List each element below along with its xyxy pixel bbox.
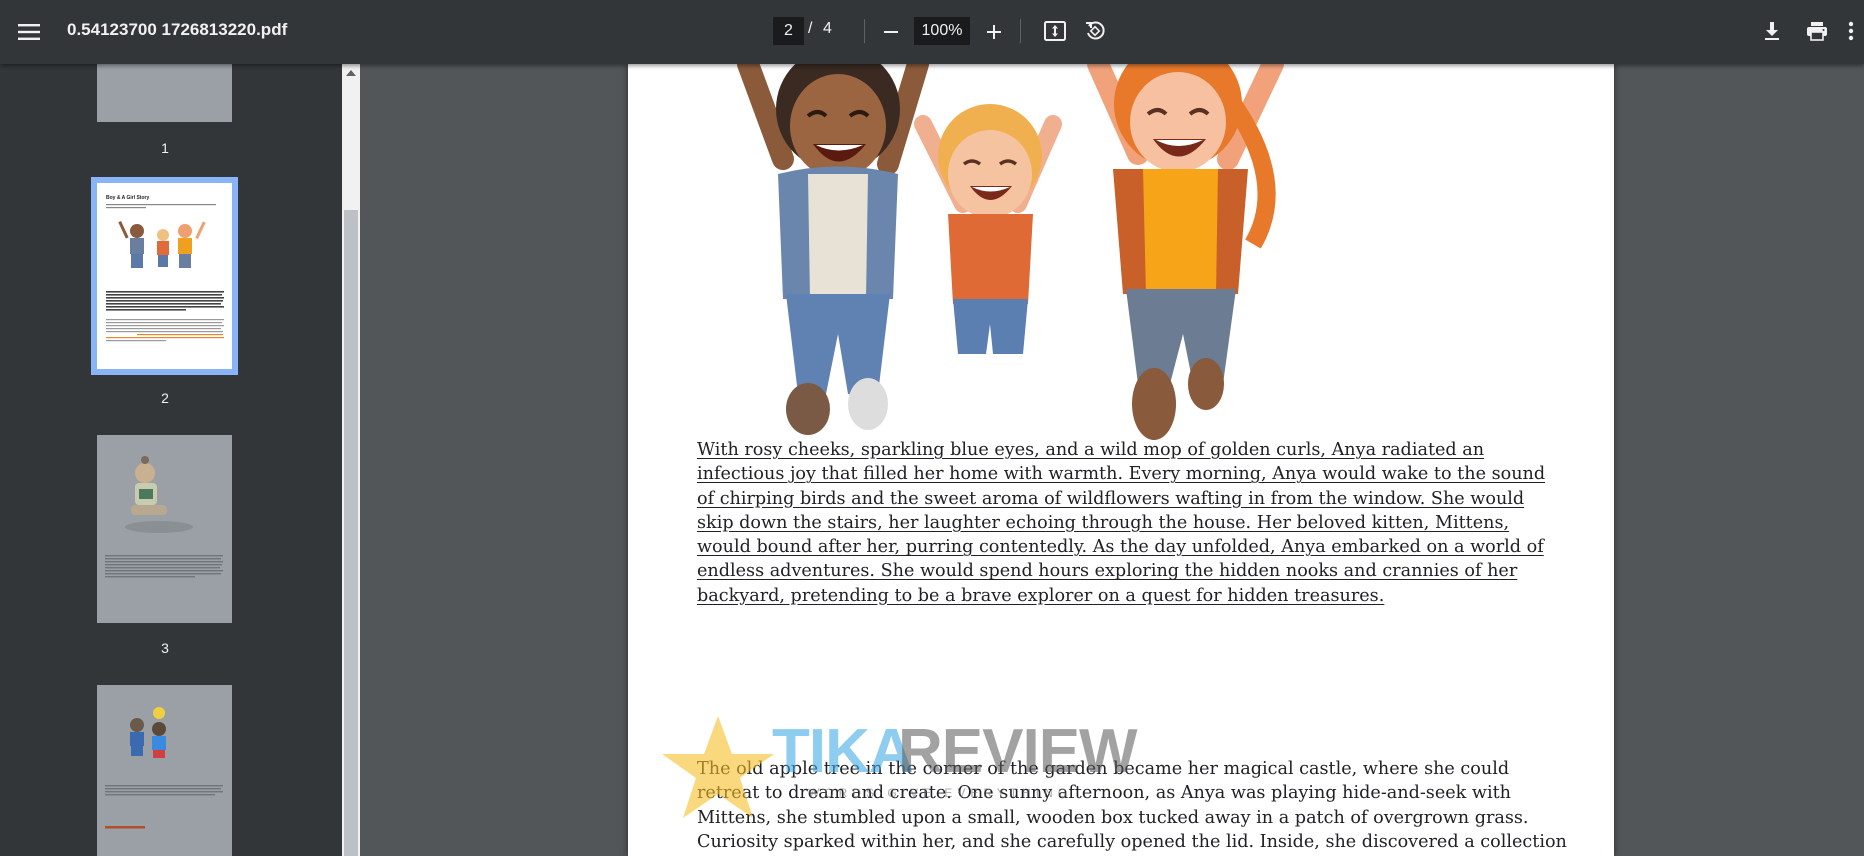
thumbnail-label-1: 1 (161, 140, 169, 156)
minus-icon (884, 31, 898, 33)
rotate-counterclockwise-icon (1086, 21, 1105, 40)
printer-icon (1807, 22, 1827, 41)
kids-jumping-illustration (737, 64, 1284, 440)
zoom-in-button[interactable] (979, 17, 1009, 47)
story-paragraph-1: With rosy cheeks, sparkling blue eyes, a… (697, 440, 1546, 606)
toolbar-divider (864, 19, 865, 43)
page-number-input[interactable]: 2 (773, 17, 804, 45)
download-button[interactable] (1757, 16, 1787, 46)
page-thumbnail-4[interactable] (97, 685, 232, 856)
page-thumbnail-1[interactable] (97, 64, 232, 122)
page-thumbnail-2[interactable]: Boy & A Girl Story (97, 183, 232, 369)
pdf-toolbar: 0.54123700 1726813220.pdf 2 / 4 100% (0, 0, 1864, 64)
hamburger-menu-icon (18, 24, 40, 40)
story-paragraph-2: The old apple tree in the corner of the … (697, 759, 1567, 852)
plus-icon (987, 25, 1001, 39)
sidebar-scrollbar-thumb[interactable] (344, 210, 358, 856)
pdf-page: With rosy cheeks, sparkling blue eyes, a… (628, 64, 1614, 856)
scroll-up-arrow-icon[interactable] (346, 70, 356, 76)
thumbnail-label-3: 3 (161, 640, 169, 656)
thumbnail-2-preview: Boy & A Girl Story (106, 195, 224, 342)
fit-to-page-button[interactable] (1040, 16, 1070, 46)
zoom-level-input[interactable]: 100% (914, 17, 970, 45)
document-title: 0.54123700 1726813220.pdf (67, 20, 288, 39)
print-button[interactable] (1802, 16, 1832, 46)
rotate-button[interactable] (1080, 16, 1110, 46)
page-thumbnail-3[interactable] (97, 435, 232, 623)
thumbnail-3-preview (105, 456, 223, 578)
toolbar-divider (1020, 19, 1021, 43)
menu-button[interactable] (14, 17, 44, 47)
zoom-out-button[interactable] (876, 17, 906, 47)
more-vertical-icon (1848, 21, 1854, 41)
download-icon (1765, 22, 1779, 40)
more-options-button[interactable] (1848, 16, 1864, 46)
page-separator: / (808, 20, 813, 37)
thumbnail-4-preview (105, 707, 223, 829)
fit-page-icon (1044, 21, 1066, 41)
thumbnail-2-title: Boy & A Girl Story (106, 195, 149, 201)
thumbnail-label-2: 2 (161, 390, 169, 406)
thumbnail-sidebar: 1 Boy & A Girl Story 2 3 (0, 64, 342, 856)
total-pages: 4 (823, 20, 832, 37)
